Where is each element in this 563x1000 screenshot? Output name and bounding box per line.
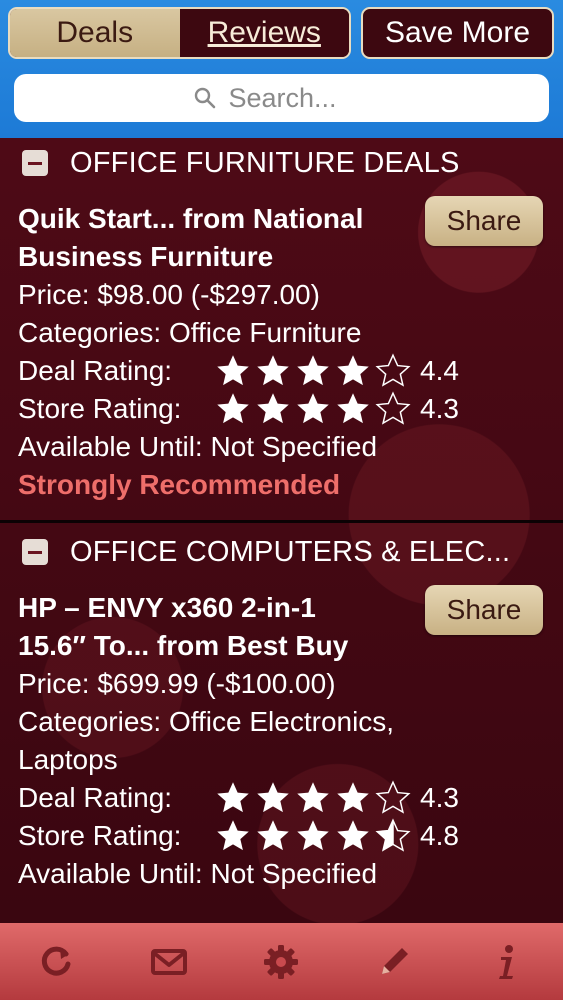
pencil-icon <box>382 947 409 974</box>
star-full-icon <box>257 782 289 813</box>
store-rating-stars <box>214 818 412 854</box>
section-header-office-computers[interactable]: OFFICE COMPUTERS & ELEC... <box>0 527 563 577</box>
search-icon <box>194 87 215 109</box>
deal-item[interactable]: HP – ENVY x360 2-in-1 15.6″ To... from B… <box>0 577 563 893</box>
bottom-toolbar <box>0 923 563 1000</box>
view-segmented-control: Deals Reviews <box>8 7 351 59</box>
star-full-icon <box>337 820 369 851</box>
deal-rating-stars <box>214 353 412 389</box>
star-full-icon <box>257 820 289 851</box>
share-button[interactable]: Share <box>425 585 543 635</box>
edit-button[interactable] <box>364 932 424 992</box>
deal-availability: Available Until: Not Specified <box>18 858 378 889</box>
section-title: OFFICE COMPUTERS & ELEC... <box>70 535 511 568</box>
recommendation-label: Strongly Recommended <box>18 469 341 500</box>
deal-rating-value: 4.4 <box>420 355 459 386</box>
collapse-icon[interactable] <box>22 539 48 565</box>
refresh-button[interactable] <box>26 932 86 992</box>
section-divider <box>0 520 563 523</box>
store-rating-label: Store Rating: <box>18 393 182 424</box>
deal-rating-row: Deal Rating: 4.4 <box>18 352 545 390</box>
deals-list[interactable]: OFFICE FURNITURE DEALS Quik Start... fro… <box>0 138 563 923</box>
deal-rating-label: Deal Rating: <box>18 355 173 386</box>
search-field[interactable] <box>14 74 549 122</box>
star-full-icon <box>297 782 329 813</box>
star-full-icon <box>297 393 329 424</box>
deal-rating-row: Deal Rating: 4.3 <box>18 779 545 817</box>
tab-reviews[interactable]: Reviews <box>179 9 349 57</box>
star-full-icon <box>337 393 369 424</box>
mail-icon <box>150 948 187 975</box>
deal-categories: Categories: Office Furniture <box>18 317 362 348</box>
info-icon <box>498 944 513 979</box>
mail-button[interactable] <box>139 932 199 992</box>
deal-rating-label: Deal Rating: <box>18 782 173 813</box>
star-full-icon <box>217 820 249 851</box>
gear-icon <box>264 944 299 979</box>
star-full-icon <box>297 355 329 386</box>
deal-availability: Available Until: Not Specified <box>18 431 378 462</box>
star-empty-icon <box>376 354 410 386</box>
star-full-icon <box>337 782 369 813</box>
deal-rating-stars <box>214 780 412 816</box>
deal-price: Price: $699.99 (-$100.00) <box>18 668 336 699</box>
share-button[interactable]: Share <box>425 196 543 246</box>
store-rating-row: Store Rating: 4.3 <box>18 390 545 428</box>
deal-item[interactable]: Quik Start... from National Business Fur… <box>0 188 563 504</box>
deal-rating-value: 4.3 <box>420 782 459 813</box>
star-full-icon <box>297 820 329 851</box>
save-more-button[interactable]: Save More <box>361 7 554 59</box>
star-full-icon <box>337 355 369 386</box>
store-rating-row: Store Rating: 4.8 <box>18 817 545 855</box>
section-header-office-furniture[interactable]: OFFICE FURNITURE DEALS <box>0 138 563 188</box>
refresh-icon <box>42 946 71 976</box>
top-bar: Deals Reviews Save More <box>0 0 563 138</box>
star-full-icon <box>217 355 249 386</box>
store-rating-value: 4.8 <box>420 820 459 851</box>
deal-title[interactable]: Quik Start... from National Business Fur… <box>18 200 413 276</box>
star-full-icon <box>257 393 289 424</box>
star-full-icon <box>217 782 249 813</box>
deal-title[interactable]: HP – ENVY x360 2-in-1 15.6″ To... from B… <box>18 589 378 665</box>
deal-categories: Categories: Office Electronics, Laptops <box>18 706 395 775</box>
deal-price: Price: $98.00 (-$297.00) <box>18 279 320 310</box>
store-rating-stars <box>214 391 412 427</box>
store-rating-label: Store Rating: <box>18 820 182 851</box>
collapse-icon[interactable] <box>22 150 48 176</box>
search-input[interactable] <box>226 81 371 115</box>
star-full-icon <box>257 355 289 386</box>
star-full-icon <box>217 393 249 424</box>
store-rating-value: 4.3 <box>420 393 459 424</box>
info-button[interactable] <box>477 932 537 992</box>
tab-deals[interactable]: Deals <box>10 9 180 57</box>
star-empty-icon <box>376 392 410 424</box>
star-empty-icon <box>376 781 410 813</box>
star-half-icon <box>376 819 410 851</box>
settings-button[interactable] <box>251 932 311 992</box>
section-title: OFFICE FURNITURE DEALS <box>70 146 460 179</box>
